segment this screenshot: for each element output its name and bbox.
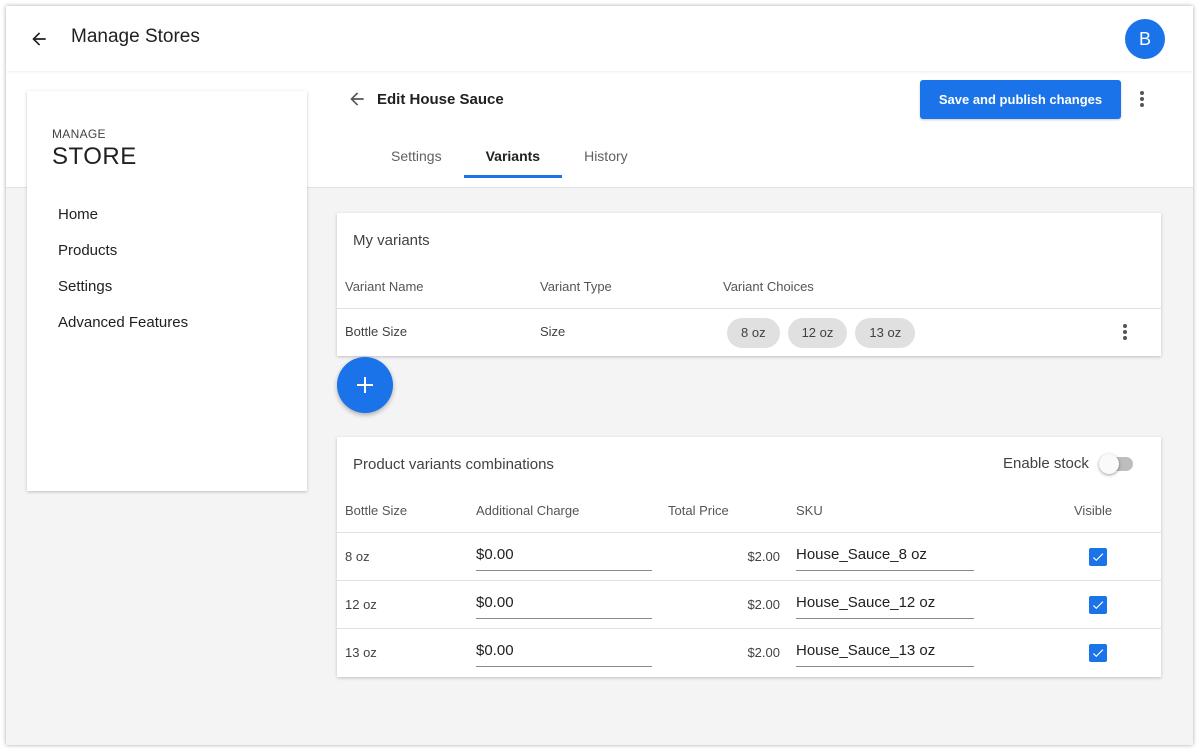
app-title: Manage Stores: [71, 26, 200, 47]
enable-stock-control: Enable stock: [1003, 454, 1135, 474]
sidebar: MANAGE STORE Home Products Settings Adva…: [27, 91, 307, 491]
column-header: Total Price: [668, 503, 729, 518]
combination-size: 8 oz: [345, 549, 370, 564]
variants-card-title: My variants: [353, 232, 430, 249]
tab-variants[interactable]: Variants: [463, 134, 563, 178]
sidebar-nav: Home Products Settings Advanced Features: [58, 197, 188, 341]
variant-choice-chip[interactable]: 12 oz: [787, 318, 848, 348]
additional-charge-input[interactable]: [476, 541, 652, 567]
column-header: Variant Name: [345, 279, 424, 294]
variant-type: Size: [540, 324, 566, 339]
additional-charge-field[interactable]: [476, 541, 652, 571]
more-vertical-icon: [1140, 91, 1144, 107]
additional-charge-field[interactable]: [476, 589, 652, 619]
arrow-left-icon: [32, 32, 46, 46]
combinations-header-row: Bottle Size Additional Charge Total Pric…: [337, 490, 1161, 533]
table-row: 8 oz $2.00: [337, 532, 1161, 580]
sidebar-big-title: STORE: [52, 143, 137, 170]
more-vertical-icon: [1123, 324, 1127, 340]
page-title: Edit House Sauce: [377, 90, 504, 108]
enable-stock-label: Enable stock: [1003, 454, 1089, 472]
additional-charge-input[interactable]: [476, 637, 652, 663]
editor-tabs: Settings Variants History: [369, 134, 650, 178]
app-bar: Manage Stores B: [6, 6, 1193, 71]
visible-checkbox[interactable]: [1089, 548, 1107, 566]
variants-header-row: Variant Name Variant Type Variant Choice…: [337, 266, 1161, 309]
sidebar-item-home[interactable]: Home: [58, 197, 188, 233]
table-row[interactable]: Bottle Size Size 8 oz 12 oz 13 oz: [337, 308, 1161, 356]
column-header: Visible: [1074, 503, 1113, 518]
add-variant-button[interactable]: [337, 357, 393, 413]
combination-size: 12 oz: [345, 597, 377, 612]
enable-stock-toggle[interactable]: [1098, 454, 1135, 474]
check-icon: [1092, 553, 1104, 562]
sku-field[interactable]: [796, 589, 974, 619]
sku-input[interactable]: [796, 541, 974, 567]
table-row: 13 oz $2.00: [337, 628, 1161, 677]
edit-title-bar: Edit House Sauce: [346, 86, 504, 112]
tab-history[interactable]: History: [562, 134, 650, 178]
visible-checkbox[interactable]: [1089, 596, 1107, 614]
check-icon: [1092, 649, 1104, 658]
save-publish-button[interactable]: Save and publish changes: [920, 80, 1121, 119]
toggle-knob: [1098, 454, 1119, 474]
additional-charge-field[interactable]: [476, 637, 652, 667]
visible-checkbox[interactable]: [1089, 644, 1107, 662]
avatar[interactable]: B: [1125, 19, 1165, 59]
sku-field[interactable]: [796, 541, 974, 571]
arrow-left-icon: [350, 92, 364, 106]
variant-choice-chip[interactable]: 13 oz: [855, 318, 916, 348]
total-price: $2.00: [747, 645, 780, 660]
more-options-button[interactable]: [1130, 86, 1154, 112]
variants-card: My variants Variant Name Variant Type Va…: [337, 213, 1161, 356]
combination-size: 13 oz: [345, 645, 377, 660]
check-icon: [1092, 601, 1104, 610]
edit-back-button[interactable]: [346, 88, 368, 110]
column-header: Variant Type: [540, 279, 612, 294]
table-row: 12 oz $2.00: [337, 580, 1161, 628]
back-button[interactable]: [26, 26, 52, 52]
column-header: SKU: [796, 503, 823, 518]
column-header: Additional Charge: [476, 503, 580, 518]
sidebar-item-advanced-features[interactable]: Advanced Features: [58, 305, 188, 341]
variant-choice-chip[interactable]: 8 oz: [727, 318, 780, 348]
app-window: Manage Stores B MANAGE STORE Home Produc…: [6, 6, 1193, 745]
column-header: Bottle Size: [345, 503, 408, 518]
column-header: Variant Choices: [723, 279, 814, 294]
variant-name: Bottle Size: [345, 324, 408, 339]
additional-charge-input[interactable]: [476, 589, 652, 615]
sku-input[interactable]: [796, 589, 974, 615]
combinations-card: Product variants combinations Enable sto…: [337, 437, 1161, 677]
sidebar-small-title: MANAGE: [52, 127, 106, 141]
tab-settings[interactable]: Settings: [369, 134, 464, 178]
variant-choices: 8 oz 12 oz 13 oz: [727, 318, 923, 348]
sidebar-item-settings[interactable]: Settings: [58, 269, 188, 305]
total-price: $2.00: [747, 549, 780, 564]
plus-icon: [357, 377, 373, 393]
sidebar-item-products[interactable]: Products: [58, 233, 188, 269]
row-more-button[interactable]: [1115, 319, 1135, 345]
total-price: $2.00: [747, 597, 780, 612]
combinations-card-title: Product variants combinations: [353, 456, 554, 473]
sku-input[interactable]: [796, 637, 974, 663]
sku-field[interactable]: [796, 637, 974, 667]
